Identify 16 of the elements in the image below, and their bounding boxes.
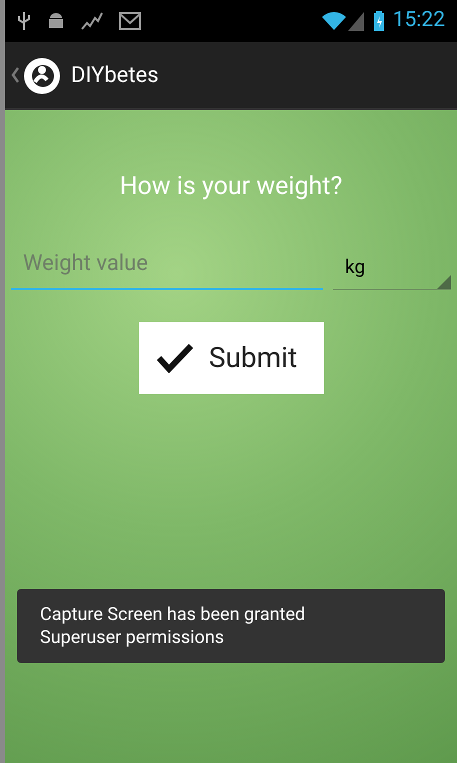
submit-button[interactable]: Submit [138, 322, 324, 394]
signal-icon [346, 11, 365, 31]
question-heading: How is your weight? [118, 171, 344, 203]
weight-input-field[interactable]: Weight value [11, 244, 323, 290]
battery-icon [372, 10, 385, 32]
unit-dropdown[interactable]: kg [333, 246, 451, 290]
usb-icon [17, 10, 31, 32]
dropdown-corner-icon [437, 274, 451, 288]
check-icon [156, 342, 193, 372]
graph-icon [81, 11, 103, 31]
clock-time: 15:22 [392, 7, 445, 34]
back-caret-icon[interactable] [11, 67, 19, 83]
toast-message: Capture Screen has been granted Superuser permissions [17, 589, 445, 663]
app-title: DIYbetes [71, 62, 159, 90]
mail-icon [119, 12, 141, 30]
wifi-icon [320, 11, 347, 31]
